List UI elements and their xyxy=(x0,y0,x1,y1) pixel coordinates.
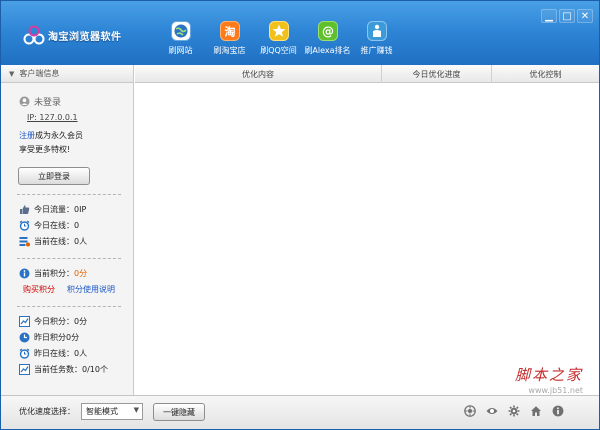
nav-label: 刷淘宝店 xyxy=(213,46,246,55)
svg-text:@: @ xyxy=(322,25,334,39)
app-window: 淘宝浏览器软件 刷网站 淘 刷淘宝店 刷QQ空间 @ 刷Alexa排名 推广赚钱… xyxy=(0,0,600,430)
current-points-row: 当前积分： 0分 xyxy=(19,265,133,281)
history-stats: 今日积分：0分 昨日积分0分 昨日在线：0人 当前任务数：0/10个 xyxy=(1,307,133,377)
column-header-content[interactable]: 优化内容 xyxy=(135,65,382,83)
current-points-value: 0分 xyxy=(74,268,88,278)
yesterday-points-row: 昨日积分0分 xyxy=(19,329,133,345)
today-traffic-row: 今日流量：0IP xyxy=(19,201,133,217)
login-button[interactable]: 立即登录 xyxy=(18,167,90,185)
client-info-panel: ▼ 客户端信息 未登录 IP: 127.0.0.1 注册成为永久会员 享受更多特… xyxy=(1,65,134,395)
yesterday-online: 昨日在线：0人 xyxy=(34,348,88,358)
points-info: 当前积分： 0分 购买积分 积分使用说明 xyxy=(1,259,133,297)
bottom-tray xyxy=(464,405,574,417)
current-online: 当前在线：0人 xyxy=(34,236,88,246)
today-points: 今日积分：0分 xyxy=(34,316,88,326)
speed-label: 优化速度选择： xyxy=(19,407,75,416)
window-controls: ▁ □ ✕ xyxy=(539,9,593,23)
speed-select[interactable]: 智能模式 ▼ xyxy=(81,403,143,420)
today-traffic: 今日流量：0IP xyxy=(34,204,87,214)
one-click-hide-button[interactable]: 一键隐藏 xyxy=(153,403,205,421)
thumbs-up-icon xyxy=(20,204,30,214)
nav-label: 刷网站 xyxy=(168,46,193,55)
today-online: 今日在线：0 xyxy=(34,220,80,230)
at-sign-icon: @ xyxy=(317,21,338,41)
minimize-button[interactable]: ▁ xyxy=(541,9,557,23)
gear-icon[interactable] xyxy=(508,405,520,417)
nav-promote-earn[interactable]: 推广赚钱 xyxy=(352,1,401,65)
clock-icon xyxy=(19,332,30,342)
close-button[interactable]: ✕ xyxy=(577,9,593,23)
info-icon xyxy=(19,268,30,278)
ip-address: IP: 127.0.0.1 xyxy=(27,113,78,122)
main-nav: 刷网站 淘 刷淘宝店 刷QQ空间 @ 刷Alexa排名 推广赚钱 xyxy=(156,1,401,65)
taobao-icon: 淘 xyxy=(219,21,240,41)
nav-brush-website[interactable]: 刷网站 xyxy=(156,1,205,65)
buy-points-link[interactable]: 购买积分 xyxy=(23,284,55,295)
points-help-link[interactable]: 积分使用说明 xyxy=(67,284,115,295)
home-icon[interactable] xyxy=(530,405,542,417)
promote-icon xyxy=(366,21,387,41)
login-status-row: 未登录 xyxy=(19,93,133,109)
list-icon xyxy=(19,236,30,246)
star-icon xyxy=(268,21,289,41)
speed-select-value: 智能模式 xyxy=(86,407,118,416)
chart-icon xyxy=(19,363,30,375)
task-count-row: 当前任务数：0/10个 xyxy=(19,361,133,377)
register-line: 注册成为永久会员 xyxy=(19,130,133,141)
app-logo: 淘宝浏览器软件 xyxy=(23,23,143,47)
yesterday-points: 昨日积分0分 xyxy=(34,332,80,342)
column-header-progress[interactable]: 今日优化进度 xyxy=(382,65,492,83)
nav-brush-alexa[interactable]: @ 刷Alexa排名 xyxy=(303,1,352,65)
client-info-title: 客户端信息 xyxy=(19,69,60,78)
bottom-toolbar: 优化速度选择： 智能模式 ▼ 一键隐藏 xyxy=(1,395,599,429)
maximize-button[interactable]: □ xyxy=(559,9,575,23)
watermark-url: www.jb51.net xyxy=(528,386,583,395)
login-status: 未登录 xyxy=(34,97,62,108)
points-links-row: 购买积分 积分使用说明 xyxy=(1,281,133,297)
svg-text:淘: 淘 xyxy=(224,25,235,39)
today-online-row: 今日在线：0 xyxy=(19,217,133,233)
nav-brush-taobao[interactable]: 淘 刷淘宝店 xyxy=(205,1,254,65)
app-title: 淘宝浏览器软件 xyxy=(48,31,122,43)
alarm-clock-icon xyxy=(19,220,30,231)
user-info: 未登录 IP: 127.0.0.1 注册成为永久会员 享受更多特权! xyxy=(1,83,133,155)
today-points-row: 今日积分：0分 xyxy=(19,313,133,329)
nav-label: 刷Alexa排名 xyxy=(304,46,351,55)
title-bar: 淘宝浏览器软件 刷网站 淘 刷淘宝店 刷QQ空间 @ 刷Alexa排名 推广赚钱… xyxy=(1,1,599,65)
nav-brush-qzone[interactable]: 刷QQ空间 xyxy=(254,1,303,65)
register-link[interactable]: 注册 xyxy=(19,131,35,140)
eye-icon[interactable] xyxy=(486,405,498,417)
current-points-label: 当前积分： xyxy=(34,268,74,278)
client-info-header[interactable]: ▼ 客户端信息 xyxy=(1,65,133,83)
nav-label: 推广赚钱 xyxy=(360,46,393,55)
today-stats: 今日流量：0IP 今日在线：0 当前在线：0人 xyxy=(1,195,133,249)
info-icon[interactable] xyxy=(552,405,564,417)
task-grid: 优化内容 今日优化进度 优化控制 xyxy=(135,65,599,395)
network-icon[interactable] xyxy=(464,405,476,417)
column-header-control[interactable]: 优化控制 xyxy=(492,65,599,83)
nav-label: 刷QQ空间 xyxy=(260,46,297,55)
current-online-row: 当前在线：0人 xyxy=(19,233,133,249)
globe-icon xyxy=(170,21,191,41)
logo-icon xyxy=(23,25,45,45)
register-text: 成为永久会员 xyxy=(35,131,83,140)
site-watermark: 脚本之家 www.jb51.net xyxy=(515,364,583,395)
grid-header: 优化内容 今日优化进度 优化控制 xyxy=(135,65,599,83)
task-count: 当前任务数：0/10个 xyxy=(34,364,108,374)
yesterday-online-row: 昨日在线：0人 xyxy=(19,345,133,361)
chart-icon xyxy=(19,315,30,327)
alarm-clock-icon xyxy=(19,348,30,359)
privilege-text: 享受更多特权! xyxy=(19,145,71,154)
collapse-triangle-icon: ▼ xyxy=(9,69,15,78)
user-icon xyxy=(19,96,30,106)
watermark-title: 脚本之家 xyxy=(514,366,583,384)
dropdown-arrow-icon: ▼ xyxy=(133,406,139,414)
